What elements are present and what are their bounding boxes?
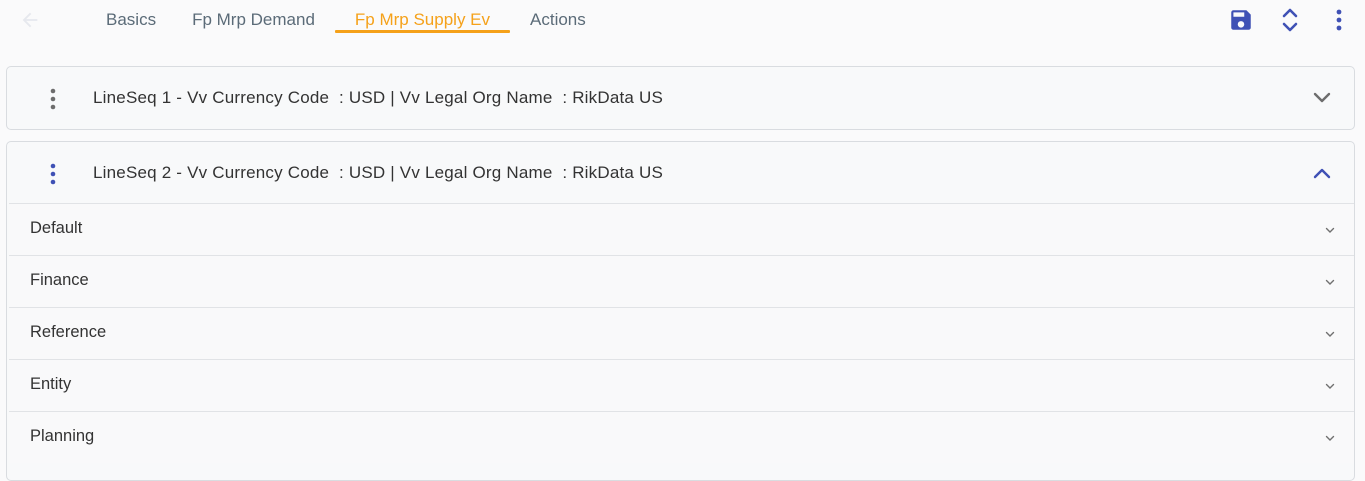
chevron-down-icon: [1313, 92, 1331, 103]
toolbar-actions: [1208, 4, 1355, 36]
more-vertical-icon: [50, 163, 56, 185]
section-label: Planning: [30, 427, 95, 445]
section-default[interactable]: Default: [9, 203, 1354, 255]
top-bar: Basics Fp Mrp Demand Fp Mrp Supply Ev Ac…: [0, 0, 1365, 48]
expand-collapse-icon: [1282, 8, 1298, 32]
section-label: Default: [30, 219, 83, 237]
line-menu-button-2[interactable]: [43, 161, 63, 187]
chevron-down-icon: [1324, 328, 1336, 340]
more-options-button[interactable]: [1323, 4, 1355, 36]
section-finance[interactable]: Finance: [9, 255, 1354, 307]
tab-actions[interactable]: Actions: [514, 0, 602, 40]
section-label: Reference: [30, 323, 107, 341]
tab-fp-mrp-demand[interactable]: Fp Mrp Demand: [176, 0, 331, 40]
tab-bar: Basics Fp Mrp Demand Fp Mrp Supply Ev Ac…: [90, 0, 606, 40]
back-arrow-icon: [22, 12, 38, 28]
tab-fp-mrp-supply-ev[interactable]: Fp Mrp Supply Ev: [334, 0, 511, 40]
line-header-2[interactable]: LineSeq 2 - Vv Currency Code : USD | Vv …: [7, 142, 1354, 204]
tab-basics[interactable]: Basics: [90, 0, 172, 40]
collapse-line-button-2[interactable]: [1312, 163, 1332, 183]
save-button[interactable]: [1225, 4, 1257, 36]
section-entity[interactable]: Entity: [9, 359, 1354, 411]
section-label: Entity: [30, 375, 72, 393]
line-title-1: LineSeq 1 - Vv Currency Code : USD | Vv …: [93, 88, 663, 107]
chevron-down-icon: [1324, 276, 1336, 288]
chevron-down-icon: [1324, 380, 1336, 392]
more-vertical-icon: [1336, 9, 1342, 31]
line-header-1[interactable]: LineSeq 1 - Vv Currency Code : USD | Vv …: [7, 67, 1354, 129]
back-button[interactable]: [16, 6, 44, 34]
section-label: Finance: [30, 271, 89, 289]
more-vertical-icon: [50, 88, 56, 110]
section-reference[interactable]: Reference: [9, 307, 1354, 359]
chevron-down-icon: [1324, 432, 1336, 444]
expand-collapse-button[interactable]: [1274, 4, 1306, 36]
chevron-up-icon: [1313, 168, 1331, 179]
section-planning[interactable]: Planning: [9, 411, 1354, 463]
line-title-2: LineSeq 2 - Vv Currency Code : USD | Vv …: [93, 163, 663, 182]
expand-line-button-1[interactable]: [1312, 88, 1332, 108]
line-panel-2: LineSeq 2 - Vv Currency Code : USD | Vv …: [6, 141, 1355, 481]
line-panel-1: LineSeq 1 - Vv Currency Code : USD | Vv …: [6, 66, 1355, 130]
line-menu-button-1[interactable]: [43, 86, 63, 112]
chevron-down-icon: [1324, 224, 1336, 236]
section-list: Default Finance Reference Entity Plannin…: [9, 203, 1354, 463]
save-icon: [1231, 10, 1251, 30]
